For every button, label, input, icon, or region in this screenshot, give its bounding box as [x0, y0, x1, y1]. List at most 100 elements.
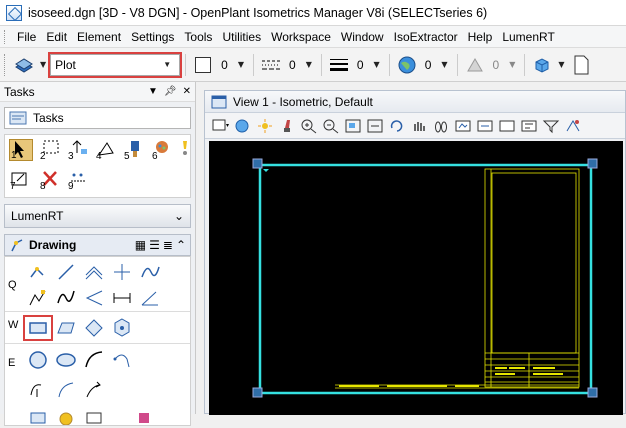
place-block-tool[interactable] [23, 315, 53, 341]
menu-workspace[interactable]: Workspace [266, 30, 336, 44]
line-weight-icon[interactable] [327, 54, 351, 76]
cell-tool[interactable] [83, 409, 105, 425]
menu-utilities[interactable]: Utilities [217, 30, 266, 44]
modify-arc-radius-tool[interactable] [55, 379, 77, 401]
lighting-tool[interactable] [175, 139, 195, 161]
copy-view-icon[interactable] [497, 116, 517, 136]
walk-icon[interactable] [431, 116, 451, 136]
tasks-panel-header: Tasks ▼ 📌︎ ✕ [0, 82, 195, 102]
lighting-icon[interactable] [255, 116, 275, 136]
chevron-down-icon[interactable]: ▼ [441, 60, 447, 69]
list-view-icon[interactable]: ☰ [149, 238, 160, 252]
chevron-down-icon[interactable]: ▼ [306, 60, 312, 69]
place-half-ellipse-tool[interactable] [111, 349, 133, 371]
place-shape-tool[interactable] [55, 317, 77, 339]
menu-grip[interactable] [4, 29, 8, 44]
menu-isoextractor[interactable]: IsoExtractor [389, 30, 463, 44]
modify-arc-angle-tool[interactable] [83, 379, 105, 401]
detail-view-icon[interactable]: ≣ [163, 238, 173, 252]
dimension-tool[interactable] [27, 409, 49, 425]
pan-view-icon[interactable] [409, 116, 429, 136]
toolbar-grip[interactable] [4, 53, 8, 76]
fence-tool[interactable]: 2 [39, 139, 63, 162]
pattern-tool[interactable] [135, 409, 157, 425]
scale-tool[interactable]: 7 [9, 169, 33, 192]
rotate-view-icon[interactable] [387, 116, 407, 136]
chevron-down-icon[interactable]: ▼ [40, 60, 46, 69]
copy-tool[interactable]: 4 [95, 139, 119, 162]
priority-icon[interactable] [463, 54, 487, 76]
delete-tool[interactable]: 8 [39, 169, 63, 192]
text-tool[interactable] [55, 409, 77, 426]
place-line-tool[interactable] [55, 261, 77, 283]
corner-handle[interactable] [252, 158, 263, 169]
place-circle-tool[interactable] [27, 349, 49, 371]
3d-cube-icon[interactable] [530, 54, 554, 76]
group-drawing-header[interactable]: Drawing ▦ ☰ ≣ ⌃ [4, 234, 191, 256]
drawing-canvas[interactable] [209, 141, 623, 415]
menu-settings[interactable]: Settings [126, 30, 179, 44]
clip-volume-icon[interactable] [277, 116, 297, 136]
level-manager-icon[interactable] [12, 54, 36, 76]
place-orthogonal-shape-tool[interactable] [83, 317, 105, 339]
place-quarter-ellipse-tool[interactable] [27, 379, 49, 401]
place-ellipse-tool[interactable] [55, 349, 77, 371]
line-style-icon[interactable] [259, 54, 283, 76]
close-icon[interactable]: ✕ [183, 86, 191, 97]
transparency-globe-icon[interactable] [395, 54, 419, 76]
menu-edit[interactable]: Edit [41, 30, 72, 44]
collapse-icon[interactable]: ⌃ [176, 238, 186, 252]
tasks-dropdown[interactable]: Tasks [4, 107, 191, 129]
group-lumenrt[interactable]: LumenRT ⌄ [4, 204, 191, 228]
filter-icon[interactable] [541, 116, 561, 136]
view-window: View 1 - Isometric, Default [204, 90, 626, 415]
move-tool[interactable]: 3 [67, 139, 91, 162]
priority-value: 0 [492, 57, 500, 72]
display-style-icon[interactable] [233, 116, 253, 136]
menu-file[interactable]: File [12, 30, 41, 44]
attributes-tool[interactable]: 6 [151, 139, 175, 162]
place-point-tool[interactable] [111, 261, 133, 283]
place-regular-polygon-tool[interactable] [111, 317, 133, 339]
menu-help[interactable]: Help [463, 30, 498, 44]
place-arc-tool[interactable] [83, 349, 105, 371]
corner-handle[interactable] [252, 387, 263, 398]
grid-view-icon[interactable]: ▦ [135, 238, 146, 252]
element-selection-tool[interactable]: 1 [9, 139, 33, 161]
view-previous-icon[interactable] [453, 116, 473, 136]
active-level-combo[interactable]: Plot ▼ [48, 51, 183, 78]
chevron-down-icon[interactable]: ▼ [238, 60, 244, 69]
array-tool[interactable]: 9 [67, 169, 91, 192]
chevron-down-icon[interactable]: ▼ [374, 60, 380, 69]
paint-tool[interactable]: 5 [123, 139, 147, 162]
place-smartline-tool[interactable] [27, 261, 49, 283]
view-attributes-icon[interactable] [211, 116, 231, 136]
zoom-in-icon[interactable] [299, 116, 319, 136]
origin-marker [263, 169, 269, 172]
place-arc-curve-tool[interactable] [55, 287, 77, 309]
menu-window[interactable]: Window [336, 30, 389, 44]
construct-bisector-tool[interactable] [139, 287, 161, 309]
accudraw-icon[interactable] [563, 116, 583, 136]
chevron-down-icon[interactable]: ▼ [509, 60, 515, 69]
color-swatch-icon[interactable] [191, 54, 215, 76]
menu-lumenrt[interactable]: LumenRT [497, 30, 559, 44]
measure-distance-tool[interactable] [111, 287, 133, 309]
menu-element[interactable]: Element [72, 30, 126, 44]
place-curve-tool[interactable] [139, 261, 161, 283]
place-stream-tool[interactable] [27, 287, 49, 309]
corner-handle[interactable] [587, 158, 598, 169]
chevron-down-icon[interactable]: ▼ [148, 86, 158, 97]
zoom-out-icon[interactable] [321, 116, 341, 136]
menu-tools[interactable]: Tools [179, 30, 217, 44]
corner-handle[interactable] [587, 387, 598, 398]
chevron-down-icon[interactable]: ▼ [558, 60, 564, 69]
window-area-icon[interactable] [343, 116, 363, 136]
construct-angle-tool[interactable] [83, 287, 105, 309]
document-icon[interactable] [569, 54, 593, 76]
view-settings-icon[interactable] [519, 116, 539, 136]
place-multiline-tool[interactable] [83, 261, 105, 283]
fit-view-icon[interactable] [365, 116, 385, 136]
view-next-icon[interactable] [475, 116, 495, 136]
pin-icon[interactable]: 📌︎ [164, 86, 177, 97]
